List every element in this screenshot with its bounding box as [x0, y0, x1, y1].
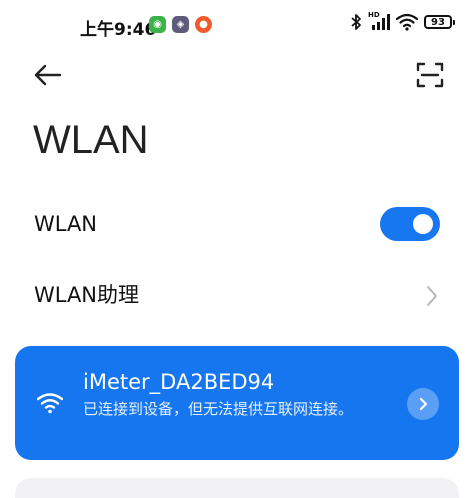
system-icons: HD 93: [350, 11, 455, 31]
wlan-toggle-label: WLAN: [34, 212, 98, 236]
network-details-button[interactable]: [407, 388, 439, 420]
network-ssid: iMeter_DA2BED94: [83, 370, 275, 394]
next-list-section: [15, 478, 459, 498]
connected-network-card[interactable]: iMeter_DA2BED94 已连接到设备，但无法提供互联网连接。: [15, 346, 459, 460]
notification-icons: ◉ ◈ ●: [149, 16, 212, 33]
chat-app-icon: ◉: [149, 16, 166, 33]
chevron-right-icon: [419, 397, 428, 411]
back-button[interactable]: [30, 60, 66, 90]
wlan-assistant-label: WLAN助理: [34, 283, 140, 307]
scan-icon: [416, 62, 444, 88]
battery-level: 93: [431, 16, 445, 28]
battery-icon: 93: [424, 15, 455, 29]
scan-qr-button[interactable]: [414, 60, 446, 90]
network-status: 已连接到设备，但无法提供互联网连接。: [83, 400, 354, 418]
fox-app-icon: ●: [195, 16, 212, 33]
toggle-knob: [413, 214, 433, 234]
wlan-toggle-switch[interactable]: [380, 207, 440, 241]
wlan-toggle-row[interactable]: WLAN: [0, 194, 474, 254]
status-bar: 上午9:46 ◉ ◈ ● HD 93: [0, 0, 474, 50]
wifi-icon: [37, 393, 63, 414]
wifi-status-icon: [396, 13, 418, 31]
wlan-assistant-row[interactable]: WLAN助理: [0, 265, 474, 325]
arrow-left-icon: [34, 64, 62, 86]
signal-strength-icon: HD: [368, 11, 390, 31]
status-time: 上午9:46: [80, 20, 157, 40]
app-notification-icon: ◈: [172, 16, 189, 33]
chevron-right-icon: [427, 286, 437, 306]
page-title: WLAN: [33, 118, 149, 162]
bluetooth-icon: [351, 14, 361, 30]
